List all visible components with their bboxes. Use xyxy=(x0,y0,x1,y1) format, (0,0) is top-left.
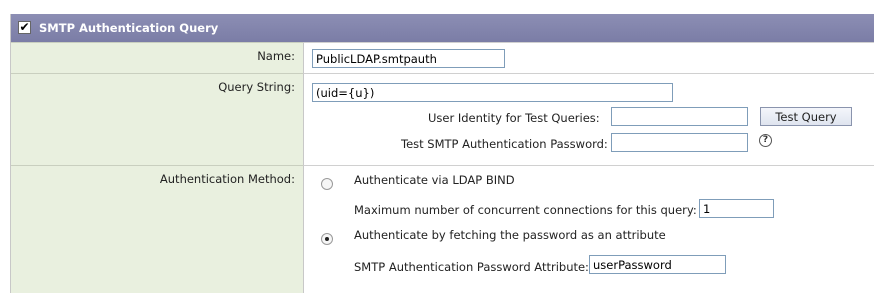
auth-method-label: Authentication Method: xyxy=(159,172,295,186)
section-header: ✔ SMTP Authentication Query xyxy=(11,14,874,42)
section-title: SMTP Authentication Query xyxy=(39,21,219,35)
test-identity-input[interactable] xyxy=(611,107,748,126)
query-value-cell: User Identity for Test Queries: Test Que… xyxy=(303,73,874,165)
auth-fetch-password-label: Authenticate by fetching the password as… xyxy=(354,228,666,242)
name-label: Name: xyxy=(257,49,295,63)
name-input[interactable] xyxy=(312,49,505,68)
auth-fetch-password-radio[interactable] xyxy=(321,233,333,245)
test-password-label: Test SMTP Authentication Password: xyxy=(401,137,608,151)
auth-ldap-bind-label: Authenticate via LDAP BIND xyxy=(354,173,515,187)
max-connections-input[interactable] xyxy=(699,199,774,218)
query-label-cell: Query String: xyxy=(11,73,303,165)
password-attribute-input[interactable] xyxy=(589,255,726,274)
query-string-label: Query String: xyxy=(218,80,295,94)
help-icon[interactable]: ? xyxy=(759,134,772,147)
password-attribute-label: SMTP Authentication Password Attribute: xyxy=(354,260,589,274)
enable-query-checkbox[interactable]: ✔ xyxy=(18,21,31,34)
test-query-button[interactable]: Test Query xyxy=(760,107,852,126)
auth-method-value-cell: Authenticate via LDAP BIND Maximum numbe… xyxy=(303,165,874,293)
smtp-auth-query-panel: ✔ SMTP Authentication Query Name: Query … xyxy=(10,14,874,293)
auth-method-label-cell: Authentication Method: xyxy=(11,165,303,293)
test-identity-label: User Identity for Test Queries: xyxy=(428,111,600,125)
query-string-input[interactable] xyxy=(312,83,673,102)
name-label-cell: Name: xyxy=(11,42,303,73)
test-password-input[interactable] xyxy=(611,133,748,152)
max-connections-label: Maximum number of concurrent connections… xyxy=(354,203,697,217)
name-value-cell xyxy=(303,42,874,73)
auth-ldap-bind-radio[interactable] xyxy=(321,178,333,190)
